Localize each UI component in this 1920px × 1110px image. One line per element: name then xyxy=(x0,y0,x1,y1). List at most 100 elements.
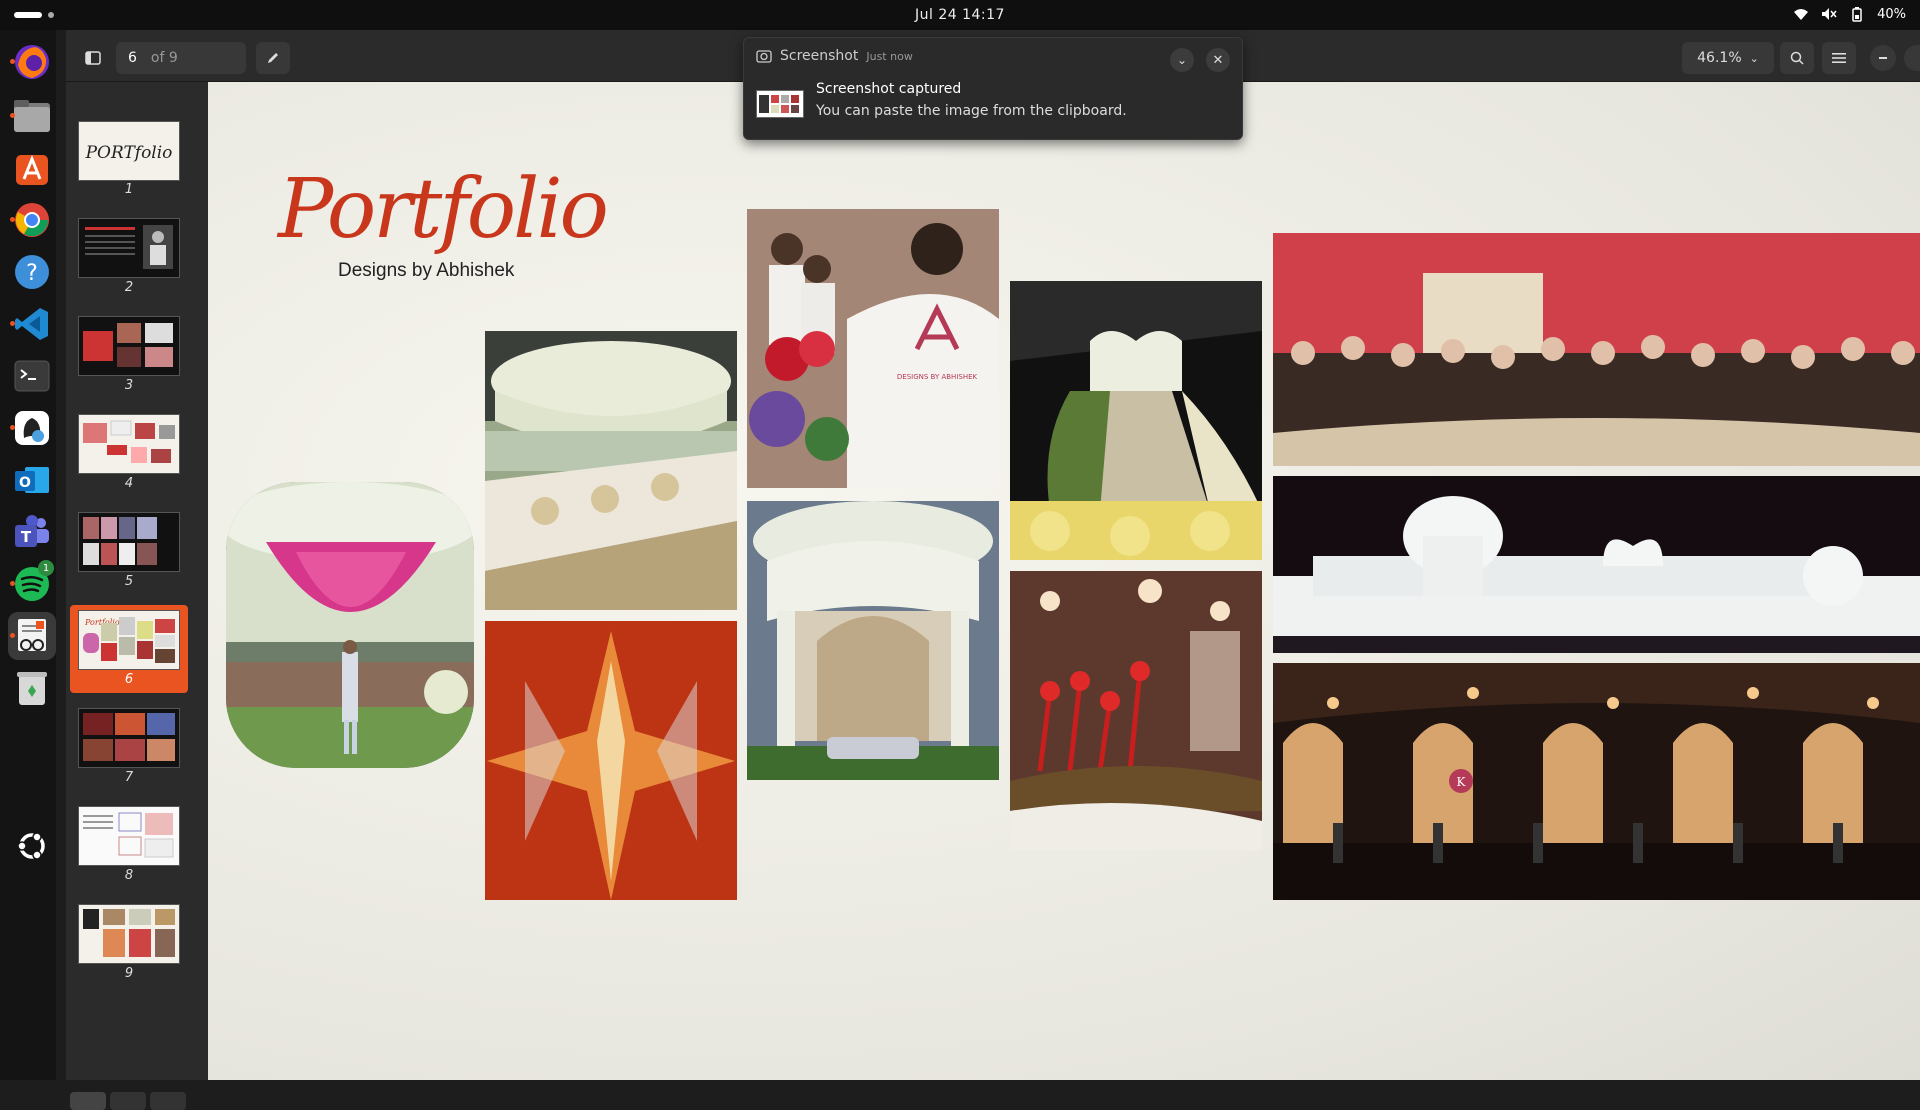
notification-badge: 1 xyxy=(38,560,54,576)
page-number-label: 8 xyxy=(124,868,134,883)
dock-chrome[interactable] xyxy=(8,196,56,244)
outlook-icon: O xyxy=(15,467,49,493)
firefox-icon xyxy=(15,45,49,79)
dock-inkscape[interactable] xyxy=(8,404,56,452)
minimize-icon xyxy=(1879,57,1887,59)
thumbnail-preview xyxy=(83,323,173,367)
top-bar: Jul 24 14:17 40% xyxy=(0,0,1920,30)
page-thumbnail-4[interactable] xyxy=(78,414,180,474)
document-page: Portfolio Designs by Abhishek DESIGNS BY… xyxy=(208,82,1920,1080)
chrome-icon xyxy=(15,203,49,237)
close-icon: ✕ xyxy=(1212,52,1224,68)
sidebar-toggle-button[interactable] xyxy=(76,42,110,74)
dock-outlook[interactable]: O xyxy=(8,456,56,504)
page-thumbnail-3[interactable] xyxy=(78,316,180,376)
page-number-label: 2 xyxy=(124,280,134,295)
zoom-level: 46.1% xyxy=(1697,50,1742,66)
thumbnail-sidebar: PORTfolio 1 2 3 4 5 Portfolio 6 7 8 9 xyxy=(66,82,208,1110)
thumbnails-view-button[interactable] xyxy=(70,1092,106,1110)
page-number-label: 5 xyxy=(124,574,134,589)
minimize-button[interactable] xyxy=(1870,45,1896,71)
dock-show-apps[interactable] xyxy=(8,822,56,870)
photo-red-floral-centerpiece xyxy=(1010,571,1262,850)
page-thumbnail-1[interactable]: PORTfolio xyxy=(78,121,180,181)
trash-icon xyxy=(17,672,47,705)
page-thumbnail-6[interactable]: Portfolio xyxy=(78,610,180,670)
activities-button[interactable] xyxy=(14,12,54,18)
thumbnail-preview xyxy=(85,225,173,269)
svg-text:PORTfolio: PORTfolio xyxy=(85,143,173,163)
zoom-dropdown[interactable]: 46.1% ⌄ xyxy=(1682,42,1774,74)
notification-app-name: Screenshot xyxy=(780,48,859,64)
volume-muted-icon xyxy=(1821,6,1837,22)
inkscape-icon xyxy=(15,411,49,445)
search-button[interactable] xyxy=(1780,42,1814,74)
battery-percentage: 40% xyxy=(1877,6,1906,22)
hamburger-menu-icon xyxy=(1832,53,1846,63)
thumbnail-preview: PORTfolio xyxy=(85,143,173,163)
thumbnail-preview xyxy=(83,517,157,565)
page-thumbnail-9[interactable] xyxy=(78,904,180,964)
photo-red-star-installation xyxy=(485,621,737,900)
teams-icon: T xyxy=(15,515,49,547)
help-icon: ? xyxy=(15,255,49,289)
pencil-icon xyxy=(268,53,278,63)
page-thumbnail-5[interactable] xyxy=(78,512,180,572)
dock-teams[interactable]: T xyxy=(8,508,56,556)
maximize-button[interactable] xyxy=(1904,45,1920,71)
page-thumbnail-8[interactable] xyxy=(78,806,180,866)
running-indicator xyxy=(10,113,15,118)
dock-trash[interactable] xyxy=(8,664,56,712)
document-viewer-icon xyxy=(18,619,46,651)
notification-body: You can paste the image from the clipboa… xyxy=(816,103,1127,119)
page-number-label: 9 xyxy=(124,966,134,981)
notification-toast[interactable]: Screenshot Just now ⌄ ✕ Screenshot captu… xyxy=(743,37,1243,140)
running-indicator xyxy=(10,321,15,326)
notification-expand-button[interactable]: ⌄ xyxy=(1170,48,1194,72)
notification-header: Screenshot Just now xyxy=(756,48,913,64)
outline-view-button[interactable] xyxy=(110,1092,146,1110)
photo-florist-team: DESIGNS BY ABHISHEK xyxy=(747,209,999,488)
running-indicator xyxy=(10,425,15,430)
thumbnail-preview xyxy=(83,713,175,761)
photo-concert-stage: K xyxy=(1273,663,1920,900)
dock-help[interactable]: ? xyxy=(8,248,56,296)
shirt-brand-text: DESIGNS BY ABHISHEK xyxy=(897,373,978,381)
system-tray[interactable]: 40% xyxy=(1793,6,1906,22)
terminal-icon xyxy=(14,360,50,392)
svg-text:O: O xyxy=(19,475,31,491)
menu-button[interactable] xyxy=(1822,42,1856,74)
dock-document-viewer[interactable] xyxy=(8,612,56,660)
page-thumbnail-2[interactable] xyxy=(78,218,180,278)
screenshot-icon xyxy=(756,50,772,63)
ubuntu-logo-icon xyxy=(17,832,45,860)
dock-vscode[interactable] xyxy=(8,300,56,348)
dock-app-center[interactable] xyxy=(8,144,56,192)
thumbnail-preview xyxy=(83,909,175,957)
page-number-label: 7 xyxy=(124,770,134,785)
svg-text:K: K xyxy=(1457,775,1467,789)
page-title: Portfolio xyxy=(278,162,609,257)
page-number-field[interactable]: 6 of 9 xyxy=(116,42,246,74)
photo-illuminated-palace xyxy=(1273,476,1920,653)
thumbnail-preview xyxy=(83,420,175,463)
clock[interactable]: Jul 24 14:17 xyxy=(915,7,1005,23)
dock-spotify[interactable]: 1 xyxy=(8,560,56,608)
dock-firefox[interactable] xyxy=(8,38,56,86)
page-thumbnail-7[interactable] xyxy=(78,708,180,768)
notification-close-button[interactable]: ✕ xyxy=(1206,48,1230,72)
screenshot-preview-thumbnail xyxy=(756,90,804,118)
app-center-icon xyxy=(16,154,48,185)
chevron-down-icon: ⌄ xyxy=(1749,51,1759,65)
dock: ? O T 1 xyxy=(0,30,56,1080)
annotate-button[interactable] xyxy=(256,42,290,74)
page-subtitle: Designs by Abhishek xyxy=(338,260,515,281)
page-number-label: 4 xyxy=(124,476,134,491)
battery-icon xyxy=(1849,6,1865,22)
page-number-label: 1 xyxy=(124,182,134,197)
document-view[interactable]: Portfolio Designs by Abhishek DESIGNS BY… xyxy=(208,82,1920,1080)
dock-files[interactable] xyxy=(8,92,56,140)
annotations-view-button[interactable] xyxy=(150,1092,186,1110)
running-indicator xyxy=(10,633,15,638)
dock-terminal[interactable] xyxy=(8,352,56,400)
